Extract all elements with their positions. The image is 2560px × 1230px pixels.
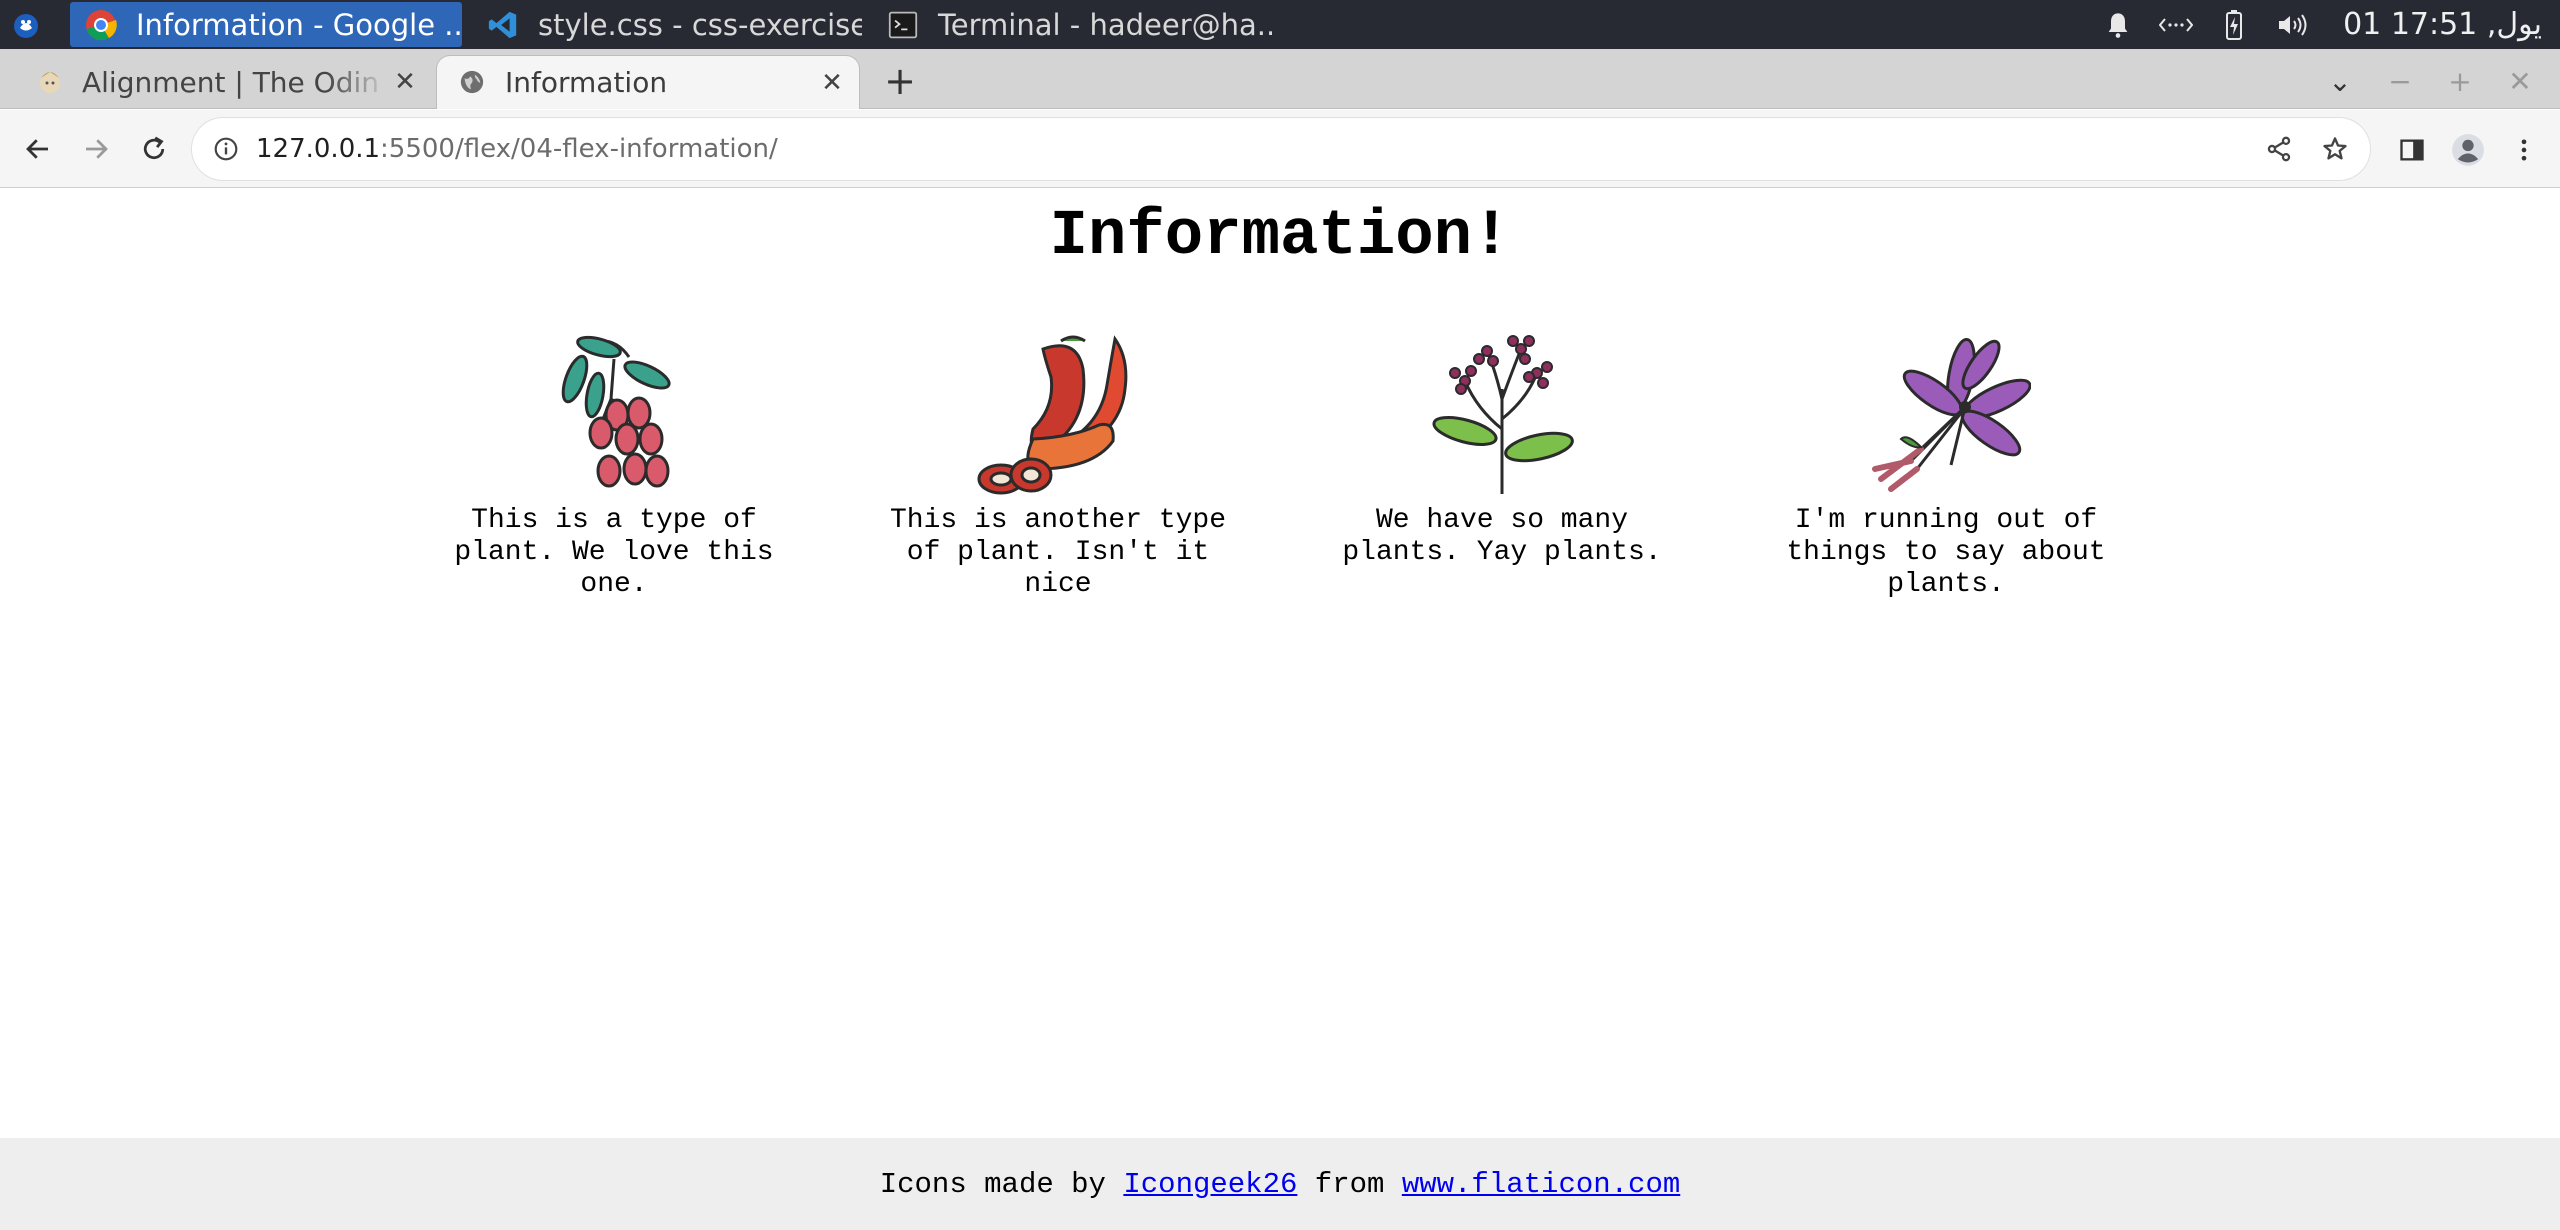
address-bar[interactable]: 127.0.0.1:5500/flex/04-flex-information/ <box>192 118 2370 180</box>
profile-avatar-icon[interactable] <box>2440 122 2496 178</box>
info-card: We have so many plants. Yay plants. <box>1332 329 1672 601</box>
flowering-plant-icon <box>1432 335 1574 494</box>
toolbar-right-actions <box>2384 122 2552 178</box>
window-controls: ⌄ − + ✕ <box>2310 59 2550 103</box>
new-tab-plus-icon[interactable]: + <box>878 59 922 103</box>
taskbar-task-vscode[interactable]: style.css - css-exercise... <box>472 2 862 47</box>
info-card: This is another type of plant. Isn't it … <box>888 329 1228 601</box>
page-footer: Icons made by Icongeek26 from www.flatic… <box>0 1138 2560 1230</box>
taskbar-task-chrome[interactable]: Information - Google ... <box>70 2 462 47</box>
info-card: I'm running out of things to say about p… <box>1776 329 2116 601</box>
chrome-icon <box>84 8 118 42</box>
battery-charging-icon[interactable] <box>2217 8 2251 42</box>
flaticon-link[interactable]: www.flaticon.com <box>1402 1168 1680 1201</box>
tab-search-chevron-icon[interactable]: ⌄ <box>2310 59 2370 103</box>
close-window-icon[interactable]: ✕ <box>2490 59 2550 103</box>
info-cards: This is a type of plant. We love this on… <box>0 329 2560 601</box>
url-path: :5500/flex/04-flex-information/ <box>380 134 778 164</box>
taskbar-task-terminal[interactable]: Terminal - hadeer@ha... <box>872 2 1272 47</box>
clock[interactable]: 01 يول, 17:51 <box>2343 7 2542 42</box>
info-card: This is a type of plant. We love this on… <box>444 329 784 601</box>
back-arrow-icon[interactable] <box>10 121 66 177</box>
whisker-menu-icon[interactable] <box>0 0 52 49</box>
share-icon[interactable] <box>2254 124 2304 174</box>
browser-tab-strip: Alignment | The Odin P ✕ Information ✕ +… <box>0 49 2560 109</box>
terminal-icon <box>886 8 920 42</box>
browser-toolbar: 127.0.0.1:5500/flex/04-flex-information/ <box>0 110 2560 188</box>
kebab-menu-icon[interactable] <box>2496 122 2552 178</box>
os-taskbar: Information - Google ... style.css - css… <box>0 0 2560 49</box>
url-text[interactable]: 127.0.0.1:5500/flex/04-flex-information/ <box>256 134 778 164</box>
berries-icon <box>561 335 671 488</box>
tab-label: Alignment | The Odin P <box>82 65 388 99</box>
bookmark-star-icon[interactable] <box>2310 124 2360 174</box>
maximize-icon[interactable]: + <box>2430 59 2490 103</box>
system-tray: 01 يول, 17:51 <box>2077 0 2560 49</box>
footer-prefix: Icons made by <box>879 1167 1124 1201</box>
address-bar-actions <box>2248 124 2360 174</box>
close-tab-icon[interactable]: ✕ <box>388 65 422 99</box>
tab-alignment[interactable]: Alignment | The Odin P ✕ <box>0 55 432 109</box>
close-tab-icon[interactable]: ✕ <box>815 66 849 100</box>
tab-label: Information <box>505 66 668 99</box>
reload-icon[interactable] <box>126 121 182 177</box>
task-label: style.css - css-exercise... <box>538 7 862 42</box>
card-text: This is another type of plant. Isn't it … <box>889 505 1227 600</box>
task-label: Terminal - hadeer@ha... <box>938 7 1272 42</box>
card-text: We have so many plants. Yay plants. <box>1342 505 1662 568</box>
globe-icon <box>459 69 487 97</box>
page-title: Information! <box>1049 201 1511 273</box>
url-host: 127.0.0.1 <box>256 134 381 164</box>
icongeek26-link[interactable]: Icongeek26 <box>1123 1168 1297 1201</box>
odin-favicon-icon <box>36 68 64 96</box>
notification-bell-icon[interactable] <box>2101 8 2135 42</box>
network-icon[interactable] <box>2159 8 2194 42</box>
card-text: I'm running out of things to say about p… <box>1786 505 2106 600</box>
web-page: Information! This is a type of plant. We… <box>0 189 2560 1230</box>
side-panel-icon[interactable] <box>2384 122 2440 178</box>
volume-icon[interactable] <box>2275 8 2309 42</box>
saffron-flower-icon <box>1872 337 2031 492</box>
footer-middle: from <box>1297 1167 1402 1201</box>
card-text: This is a type of plant. We love this on… <box>454 505 774 600</box>
task-label: Information - Google ... <box>136 7 462 42</box>
vscode-icon <box>486 8 520 42</box>
chili-pepper-icon <box>977 335 1128 495</box>
tab-information[interactable]: Information ✕ <box>436 55 860 109</box>
site-info-icon[interactable] <box>206 129 246 169</box>
minimize-icon[interactable]: − <box>2370 59 2430 103</box>
forward-arrow-icon[interactable] <box>68 121 124 177</box>
